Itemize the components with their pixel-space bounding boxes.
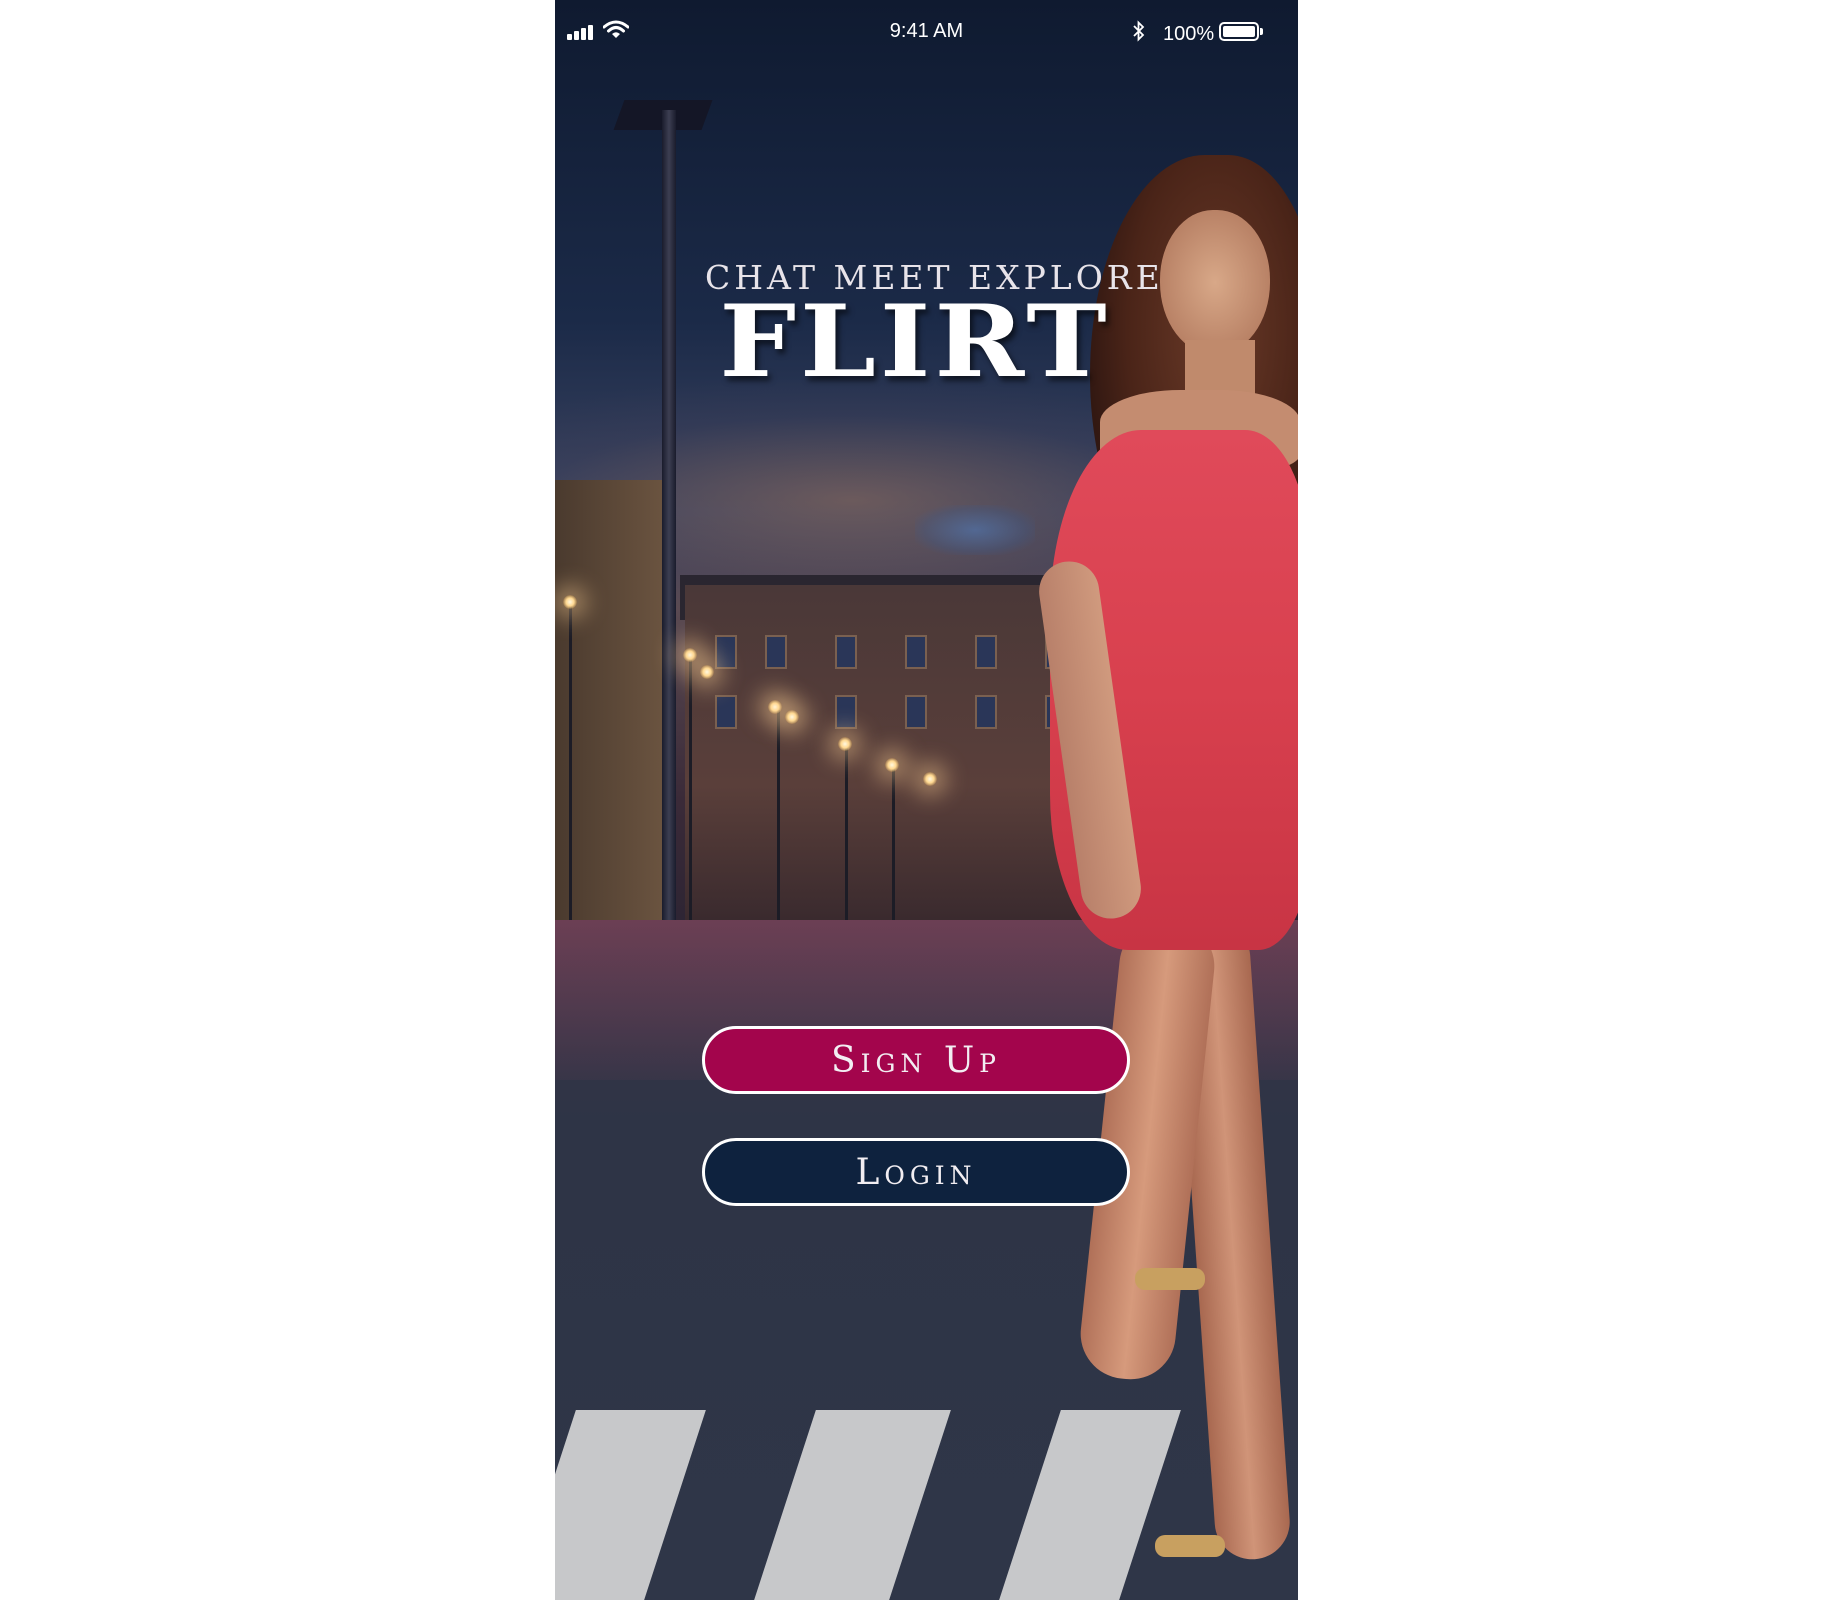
- model-shoe: [1135, 1268, 1205, 1290]
- app-screen: 9:41 AM 100% CHAT MEET EXPLORE FLIRT Sig…: [555, 0, 1298, 1600]
- lamp-post: [777, 710, 780, 920]
- battery-tip: [1260, 28, 1263, 35]
- street-lamp: [700, 665, 714, 679]
- lamp-post: [569, 605, 572, 920]
- street-lamp: [885, 758, 899, 772]
- login-button[interactable]: Login: [702, 1138, 1130, 1206]
- model-shoe: [1155, 1535, 1225, 1557]
- battery-icon: [1219, 22, 1259, 41]
- signup-button[interactable]: Sign Up: [702, 1026, 1130, 1094]
- street-lamp: [563, 595, 577, 609]
- street-lamp: [768, 700, 782, 714]
- status-bar: 9:41 AM 100%: [555, 0, 1298, 64]
- app-title: FLIRT: [719, 284, 1111, 400]
- street-lamp: [683, 648, 697, 662]
- window: [765, 635, 787, 669]
- window: [905, 635, 927, 669]
- street-pole: [662, 110, 676, 920]
- street-lamp: [785, 710, 799, 724]
- window: [835, 635, 857, 669]
- street-lamp: [838, 737, 852, 751]
- lamp-post: [892, 765, 895, 920]
- battery-percent: 100%: [1163, 23, 1215, 45]
- model-face: [1160, 210, 1270, 355]
- window: [975, 695, 997, 729]
- street-lamp: [923, 772, 937, 786]
- window: [715, 695, 737, 729]
- cloud: [915, 505, 1035, 555]
- window: [905, 695, 927, 729]
- window: [715, 635, 737, 669]
- window: [835, 695, 857, 729]
- window: [975, 635, 997, 669]
- lamp-post: [845, 745, 848, 920]
- bluetooth-icon: [1133, 20, 1145, 42]
- lamp-post: [689, 660, 692, 920]
